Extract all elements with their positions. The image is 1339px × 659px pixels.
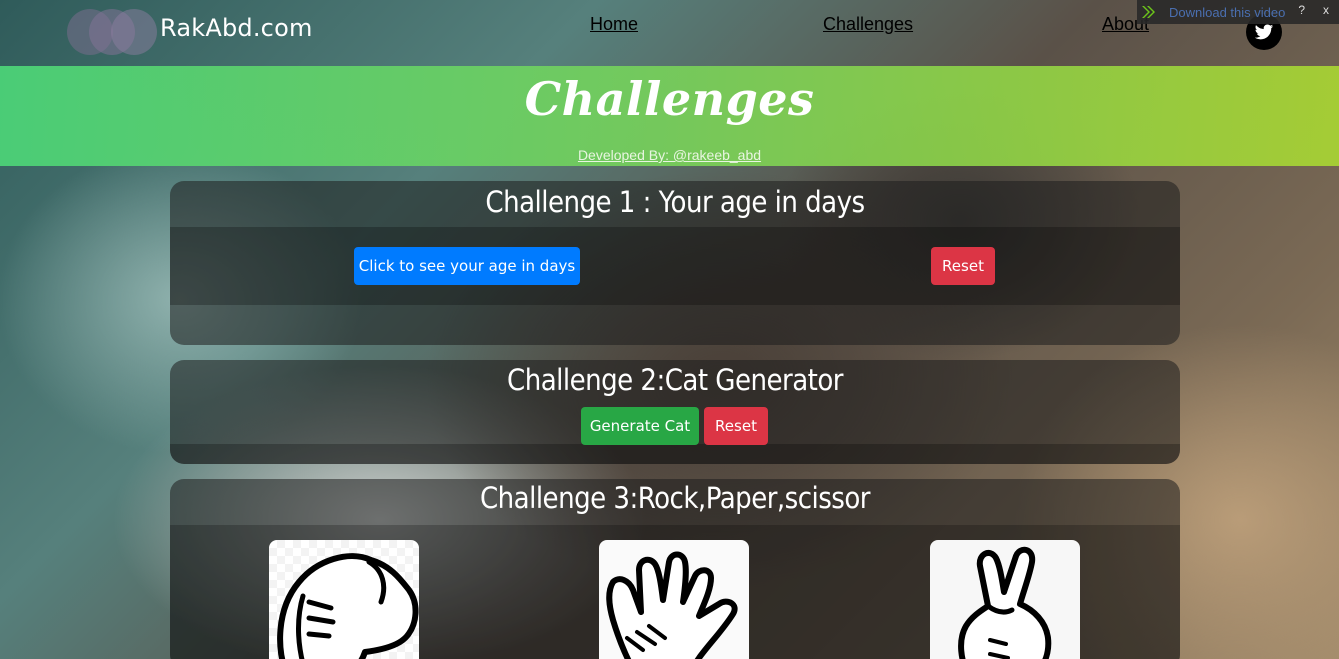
download-chevrons-icon xyxy=(1137,0,1159,24)
rock-choice[interactable] xyxy=(269,540,419,659)
paper-hand-icon xyxy=(606,551,738,659)
download-video-label[interactable]: Download this video xyxy=(1169,5,1285,20)
scissor-choice[interactable] xyxy=(930,540,1080,659)
challenge-2-card: Challenge 2:Cat Generator Generate Cat R… xyxy=(170,360,1180,464)
challenge-2-title: Challenge 2:Cat Generator xyxy=(507,363,844,397)
challenge-1-card: Challenge 1 : Your age in days Click to … xyxy=(170,181,1180,345)
challenge-1-band xyxy=(170,227,1180,305)
rock-hand-icon xyxy=(277,553,419,659)
logo-text[interactable]: RakAbd.com xyxy=(160,14,313,42)
close-icon[interactable]: x xyxy=(1323,3,1329,17)
reset-cat-button[interactable]: Reset xyxy=(704,407,768,445)
scissor-hand-icon xyxy=(958,546,1052,659)
paper-choice[interactable] xyxy=(599,540,749,659)
challenge-3-card: Challenge 3:Rock,Paper,scissor xyxy=(170,479,1180,659)
page-title: Challenges xyxy=(524,72,815,126)
nav-link-challenges[interactable]: Challenges xyxy=(823,14,913,35)
download-video-bar[interactable]: Download this video ? x xyxy=(1137,0,1339,24)
age-in-days-button[interactable]: Click to see your age in days xyxy=(354,247,580,285)
logo-icon[interactable] xyxy=(67,9,157,55)
nav-link-home[interactable]: Home xyxy=(590,14,638,35)
developer-credit-link[interactable]: Developed By: @rakeeb_abd xyxy=(0,147,1339,163)
reset-age-button[interactable]: Reset xyxy=(931,247,995,285)
challenge-3-title: Challenge 3:Rock,Paper,scissor xyxy=(479,481,871,515)
challenge-1-title: Challenge 1 : Your age in days xyxy=(485,185,865,219)
generate-cat-button[interactable]: Generate Cat xyxy=(581,407,699,445)
header-banner: Challenges Developed By: @rakeeb_abd xyxy=(0,66,1339,166)
help-icon[interactable]: ? xyxy=(1298,3,1305,17)
challenge-2-band xyxy=(170,444,1180,464)
